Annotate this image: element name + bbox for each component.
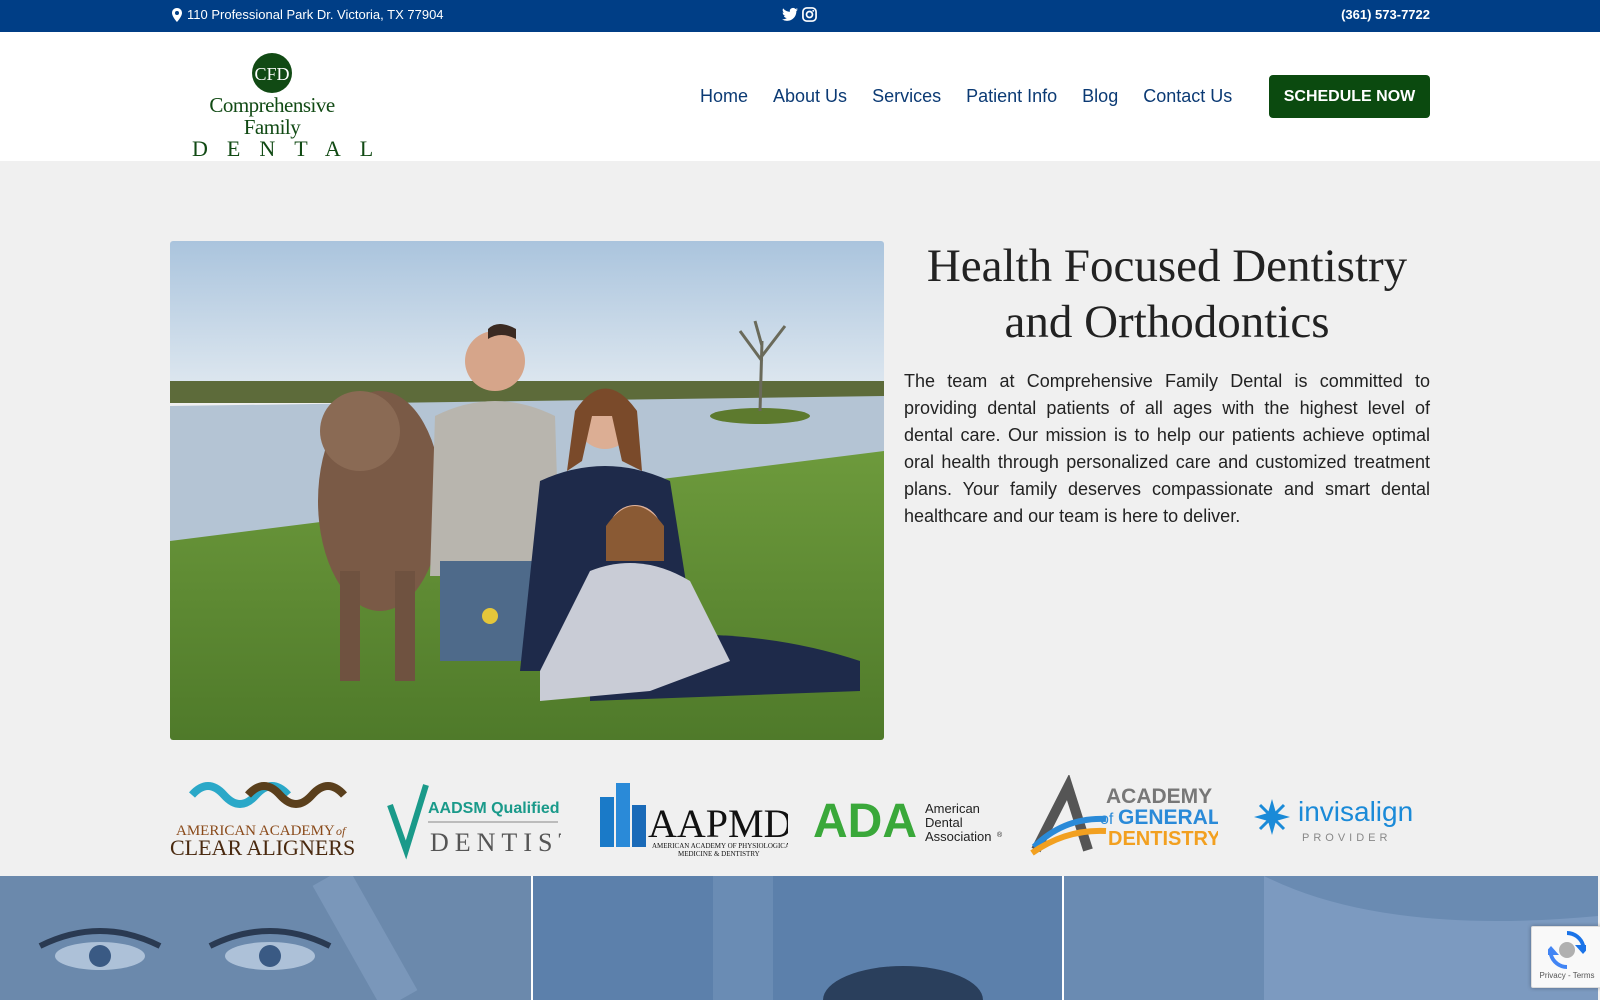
logo-monogram-icon: CFD <box>252 53 292 93</box>
nav-home[interactable]: Home <box>700 86 748 107</box>
twitter-icon[interactable] <box>782 7 798 22</box>
ada-line3: Association <box>925 829 991 844</box>
invisalign-name: invisalign <box>1298 796 1413 827</box>
aapmd-sub2: MEDICINE & DENTISTRY <box>678 850 760 858</box>
affiliation-logos: AMERICAN ACADEMY of CLEAR ALIGNERS AADSM… <box>170 775 1430 860</box>
ada-line2: Dental <box>925 815 963 830</box>
agd-logo: ACADEMY of GENERAL DENTISTRY <box>1028 775 1218 860</box>
bottom-image-panels <box>0 876 1600 1000</box>
nav-services[interactable]: Services <box>872 86 941 107</box>
ada-logo: ADA American Dental Association ® <box>813 775 1003 860</box>
agd-line3: DENTISTRY <box>1108 828 1218 850</box>
ada-name: ADA <box>813 795 917 848</box>
logo[interactable]: CFD Comprehensive Family DENTAL <box>182 52 373 160</box>
nav-patient-info[interactable]: Patient Info <box>966 86 1057 107</box>
main-nav: Home About Us Services Patient Info Blog… <box>700 86 1257 107</box>
panel-woman-eyes <box>0 876 533 1000</box>
aapmd-name: AAPMD <box>648 801 788 846</box>
agd-line2: GENERAL <box>1118 806 1218 829</box>
instagram-icon[interactable] <box>802 7 817 22</box>
aapmd-sub1: AMERICAN ACADEMY OF PHYSIOLOGICAL <box>652 842 788 850</box>
recaptcha-badge[interactable]: Privacy - Terms <box>1531 926 1600 988</box>
phone-number[interactable]: (361) 573-7722 <box>1341 7 1430 22</box>
invisalign-star-icon <box>1254 799 1290 835</box>
hero-family-photo <box>170 241 884 740</box>
logo-line1: Comprehensive Family <box>209 93 335 139</box>
invisalign-sub: PROVIDER <box>1302 832 1391 844</box>
panel-smile <box>1064 876 1598 1000</box>
panel-dental-patient <box>533 876 1064 1000</box>
nav-blog[interactable]: Blog <box>1082 86 1118 107</box>
hero-title: Health Focused Dentistry and Orthodontic… <box>926 240 1408 348</box>
aaca-logo: AMERICAN ACADEMY of CLEAR ALIGNERS <box>170 775 360 860</box>
nav-contact-us[interactable]: Contact Us <box>1143 86 1232 107</box>
recaptcha-icon <box>1543 931 1591 969</box>
top-bar: 110 Professional Park Dr. Victoria, TX 7… <box>0 0 1600 32</box>
invisalign-logo: invisalign PROVIDER <box>1252 775 1427 860</box>
hero-body: The team at Comprehensive Family Dental … <box>904 371 1430 526</box>
recaptcha-links[interactable]: Privacy - Terms <box>1532 971 1600 981</box>
logo-line2: DENTAL <box>192 136 393 161</box>
schedule-now-button[interactable]: SCHEDULE NOW <box>1269 75 1430 118</box>
aadsm-line1: AADSM Qualified <box>428 800 560 817</box>
social-links <box>782 7 817 22</box>
aadsm-line2: DENTIST <box>430 828 561 857</box>
aadsm-logo: AADSM Qualified DENTIST <box>386 775 561 860</box>
logo-monogram: CFD <box>254 64 289 84</box>
location-pin-icon <box>172 7 182 22</box>
family-photo-image <box>170 241 884 740</box>
site-header: CFD Comprehensive Family DENTAL Home Abo… <box>0 32 1600 161</box>
agd-line1: ACADEMY <box>1106 785 1212 808</box>
aapmd-logo: AAPMD AMERICAN ACADEMY OF PHYSIOLOGICAL … <box>598 775 788 860</box>
address[interactable]: 110 Professional Park Dr. Victoria, TX 7… <box>171 7 444 22</box>
address-text: 110 Professional Park Dr. Victoria, TX 7… <box>187 7 444 22</box>
agd-of: of <box>1100 811 1114 828</box>
nav-about-us[interactable]: About Us <box>773 86 847 107</box>
ada-line1: American <box>925 801 980 816</box>
aaca-line2: CLEAR ALIGNERS <box>170 835 355 860</box>
ada-registered-mark: ® <box>997 831 1003 839</box>
